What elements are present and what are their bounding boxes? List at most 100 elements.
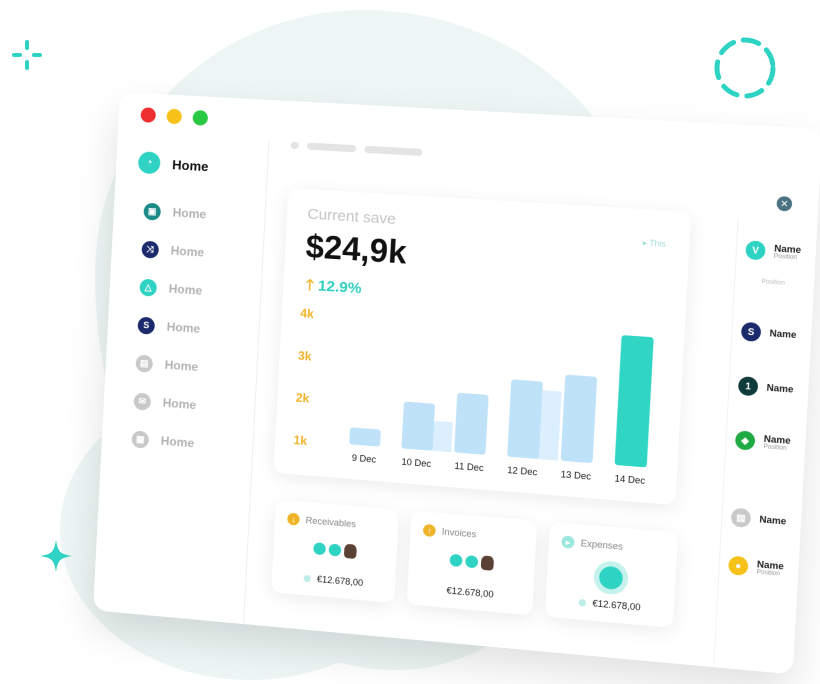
person-name-block: Name (759, 514, 786, 527)
person-item[interactable]: ● Name Position (728, 555, 784, 579)
chart-bar[interactable] (454, 392, 489, 455)
sidebar-brand[interactable]: ◔ Home (137, 151, 209, 177)
x-tick-label: 14 Dec (614, 473, 646, 486)
plus-sparkle-icon (12, 40, 42, 70)
teal-triangle-icon: △ (139, 278, 158, 297)
person-avatar (480, 555, 495, 571)
avatar: V (745, 240, 766, 261)
person-name: Name (759, 514, 787, 527)
s-icon: S (137, 316, 156, 335)
y-tick-label: 4k (300, 306, 315, 321)
dashed-ring-icon (714, 37, 776, 99)
person-item[interactable]: V Name Position (745, 240, 801, 262)
card-amount: €12.678,00 (545, 594, 674, 616)
avatar: ● (728, 555, 749, 576)
amount-value: €12.678,00 (592, 598, 641, 613)
sidebar-item-label: Home (172, 205, 207, 222)
app-logo-icon: ◔ (137, 151, 161, 175)
avatar: ◆ (734, 430, 756, 451)
people-panel: V Name Position S Name 1 Name ◆ Name Position ▤ Nam… (713, 218, 818, 675)
person-position: Position (763, 443, 787, 453)
avatar: S (740, 321, 762, 342)
sidebar-item-label: Home (164, 357, 199, 375)
sidebar-item-3[interactable]: S Home (137, 306, 201, 348)
doc-icon: ▤ (135, 354, 154, 373)
savings-bar-chart: 1k 2k 3k 4k 9 Dec 10 Dec 11 Dec 12 Dec 13 Dec 14 … (293, 306, 654, 486)
coins-avatar-illustration (409, 549, 535, 574)
sidebar-item-label: Home (162, 395, 197, 413)
sidebar-nav: ▣ Home ⤨ Home △ Home S Home ▤ Home ✉ Home ▦ Home (131, 192, 207, 463)
chart-bar[interactable] (401, 401, 436, 451)
y-tick-label: 3k (298, 348, 313, 363)
person-avatar (343, 543, 357, 559)
card-title: Invoices (441, 526, 477, 540)
avatar: ▤ (730, 507, 752, 528)
brand-label: Home (171, 156, 209, 174)
play-icon: ▸ (561, 535, 575, 549)
current-save-card: Current save $24,9k 🡑 12.9% ▸ This 1k 2k 3k… (273, 188, 692, 506)
sidebar-item-2[interactable]: △ Home (139, 268, 203, 310)
person-name-block: Name (766, 382, 793, 394)
sidebar-item-4[interactable]: ▤ Home (135, 344, 199, 387)
coin-icon (328, 543, 342, 557)
topbar-placeholder (306, 142, 357, 153)
coin-icon (465, 555, 479, 569)
card-header: ↓ Receivables (287, 512, 357, 531)
sidebar: ◔ Home ▣ Home ⤨ Home △ Home S Home ▤ Home ✉ Home ▦ Ho… (92, 131, 270, 625)
coins-avatar-illustration (273, 538, 397, 563)
folder-icon: ▦ (131, 429, 150, 449)
coin-icon (313, 542, 327, 556)
mail-icon: ✉ (133, 391, 152, 411)
sidebar-item-1[interactable]: ⤨ Home (141, 230, 205, 272)
x-tick-label: 11 Dec (454, 461, 484, 474)
chart-bar[interactable] (560, 374, 598, 464)
avatar: 1 (737, 376, 759, 397)
topbar-placeholder (290, 141, 300, 150)
x-tick-label: 12 Dec (507, 465, 538, 478)
sidebar-item-0[interactable]: ▣ Home (143, 192, 207, 234)
x-tick-label: 10 Dec (401, 457, 432, 470)
document-icon (598, 565, 624, 591)
chart-bar[interactable] (507, 379, 543, 460)
expense-illustration (547, 561, 676, 595)
sidebar-item-6[interactable]: ▦ Home (131, 419, 195, 462)
person-item[interactable]: ◆ Name Position (734, 430, 791, 453)
card-amount: €12.678,00 (407, 582, 533, 603)
x-tick-label: 9 Dec (352, 453, 377, 465)
sidebar-item-5[interactable]: ✉ Home (133, 381, 197, 424)
arrow-down-icon: ↓ (287, 512, 300, 526)
person-name-block: Name Position (763, 434, 791, 453)
person-item[interactable]: S Name (740, 321, 797, 345)
sidebar-item-label: Home (160, 433, 195, 451)
person-item[interactable]: ▤ Name (730, 507, 787, 531)
close-window-button[interactable] (140, 107, 157, 123)
person-name: Name (766, 382, 794, 395)
teal-square-icon: ▣ (143, 202, 162, 221)
maximize-window-button[interactable] (192, 109, 209, 126)
shuffle-icon: ⤨ (141, 240, 160, 259)
x-tick-label: 13 Dec (560, 469, 591, 482)
card-header: ↑ Invoices (422, 523, 477, 541)
sidebar-item-label: Home (168, 281, 203, 298)
chart-bar[interactable] (614, 335, 654, 468)
receivables-card[interactable]: ↓ Receivables €12.678,00 (271, 499, 400, 604)
invoices-card[interactable]: ↑ Invoices €12.678,00 (406, 510, 538, 616)
topbar-placeholder (364, 145, 423, 157)
minimize-window-button[interactable] (166, 108, 183, 125)
app-window: ✕ ◔ Home ▣ Home ⤨ Home △ Home S Home ▤ Home ✉ Home ▦… (92, 92, 820, 675)
amount-value: €12.678,00 (446, 585, 494, 600)
bullet-icon (578, 599, 587, 607)
person-item[interactable]: 1 Name (737, 376, 794, 399)
person-name-block: Name (769, 328, 796, 340)
person-name-block: Name Position (756, 559, 784, 578)
close-icon[interactable]: ✕ (776, 195, 793, 212)
card-header: ▸ Expenses (561, 535, 623, 553)
person-name: Name (769, 327, 797, 341)
arrow-up-icon: ↑ (422, 523, 436, 538)
chart-bar[interactable] (349, 427, 381, 447)
card-title: Receivables (305, 515, 357, 530)
y-tick-label: 2k (295, 391, 310, 406)
expenses-card[interactable]: ▸ Expenses €12.678,00 (544, 521, 679, 629)
card-amount: €12.678,00 (272, 570, 396, 591)
bullet-icon (303, 574, 311, 583)
